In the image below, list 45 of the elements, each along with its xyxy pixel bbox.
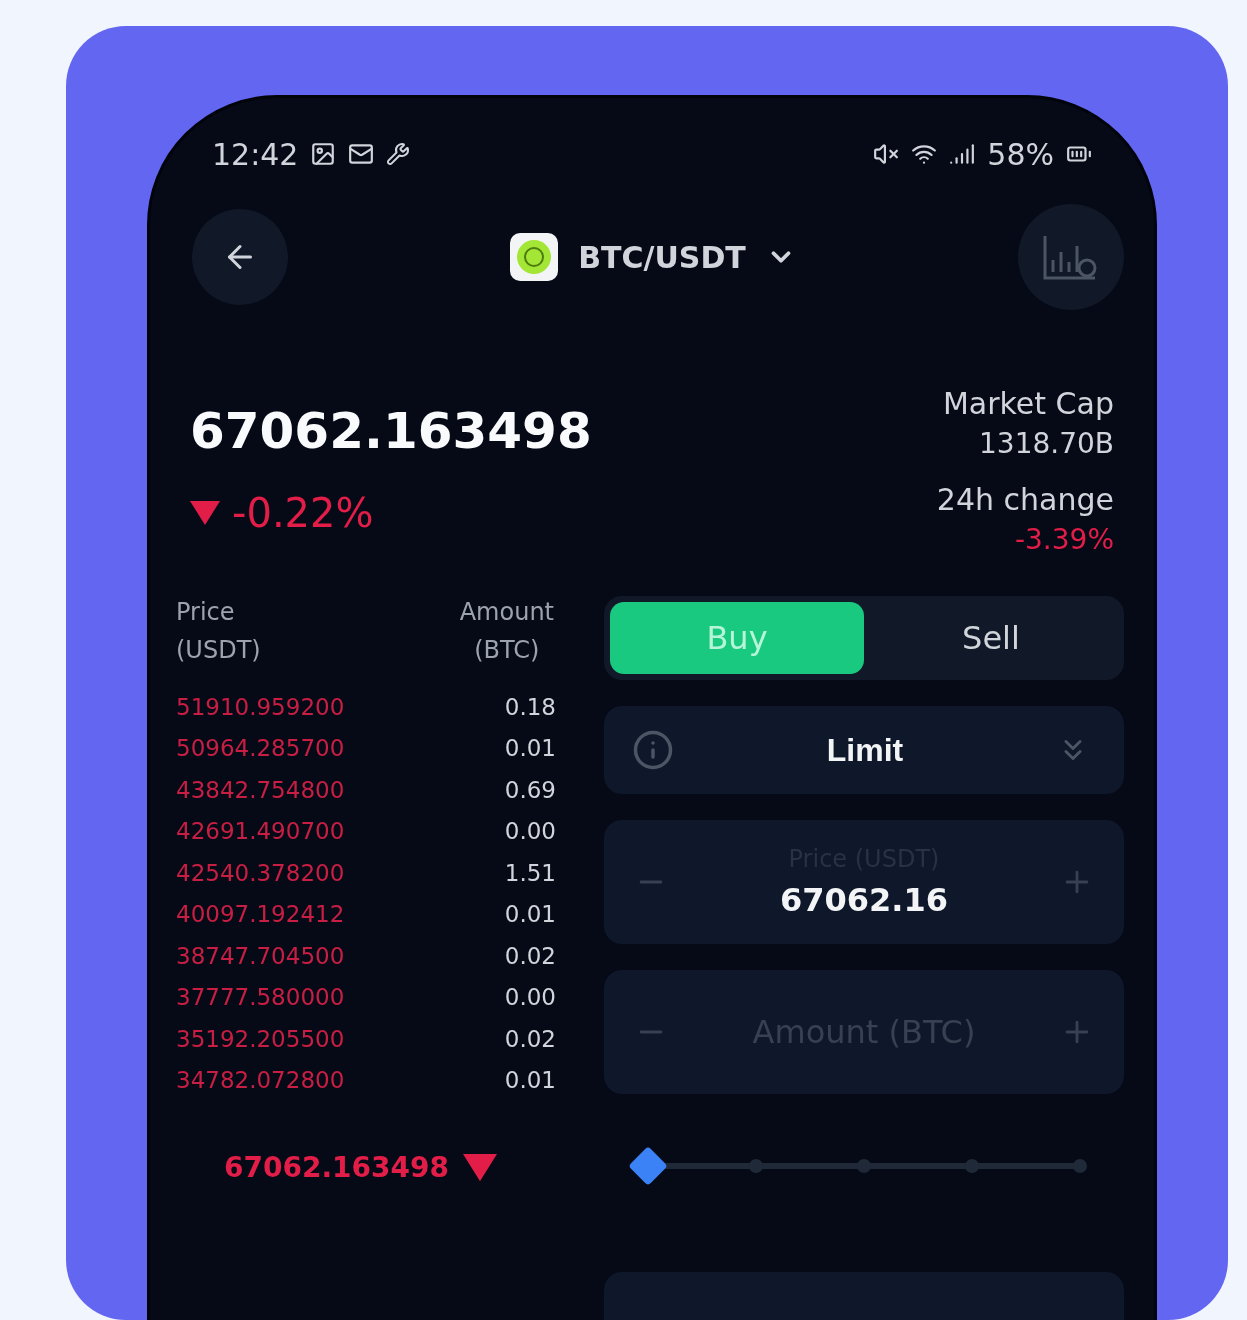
ask-amount: 0.01 — [504, 901, 556, 928]
column-header: Price — [176, 598, 235, 626]
ask-amount: 0.01 — [504, 1067, 556, 1094]
stat-label: Market Cap — [942, 386, 1114, 421]
column-header: Amount — [459, 598, 554, 626]
ask-price: 34782.072800 — [176, 1067, 345, 1094]
ask-amount: 0.02 — [504, 1025, 556, 1052]
ask-price: 43842.754800 — [176, 776, 345, 803]
stat-value: 1318.70B — [979, 427, 1114, 460]
ask-amount: 0.69 — [504, 776, 556, 803]
side-tab[interactable]: Sell — [864, 602, 1118, 674]
stat-value: -3.39% — [1014, 523, 1114, 556]
status-time: 12:42 — [212, 136, 299, 172]
last-price: 67062.163498 — [224, 1151, 449, 1184]
order-type-select[interactable]: Limit — [604, 706, 1124, 794]
battery-percent: 58% — [987, 136, 1054, 172]
ask-price: 38747.704500 — [176, 942, 345, 969]
coin-logo-icon — [510, 233, 559, 281]
ask-amount: 0.01 — [504, 735, 556, 762]
ask-price: 42691.490700 — [176, 818, 345, 845]
wrench-icon — [386, 142, 411, 166]
price-change: -0.22% — [232, 490, 374, 536]
ask-price: 40097.192412 — [176, 901, 345, 928]
current-price: 67062.163498 — [190, 402, 592, 460]
pair-selector[interactable]: BTC/USDT — [510, 233, 796, 281]
mail-icon — [348, 141, 375, 167]
ask-amount: 0.18 — [504, 693, 556, 720]
ask-price: 50964.285700 — [176, 735, 345, 762]
ask-price: 42540.378200 — [176, 859, 345, 886]
ask-amount: 0.02 — [504, 942, 556, 969]
ask-price: 51910.959200 — [176, 693, 345, 720]
image-icon — [310, 141, 337, 167]
ask-amount: 1.51 — [504, 859, 556, 886]
signal-icon — [949, 141, 976, 167]
info-icon — [632, 729, 674, 771]
ask-amount: 0.00 — [504, 818, 556, 845]
column-unit: (USDT) — [176, 636, 261, 664]
field-value: 67062.16 — [780, 881, 948, 919]
ask-price: 35192.205500 — [176, 1025, 345, 1052]
slider-stop[interactable] — [1073, 1159, 1087, 1173]
column-unit: (BTC) — [474, 636, 540, 664]
stat-label: 24h change — [936, 482, 1114, 517]
ask-price: 37777.580000 — [176, 984, 345, 1011]
ask-amount: 0.00 — [504, 984, 556, 1011]
mute-icon — [873, 141, 900, 167]
